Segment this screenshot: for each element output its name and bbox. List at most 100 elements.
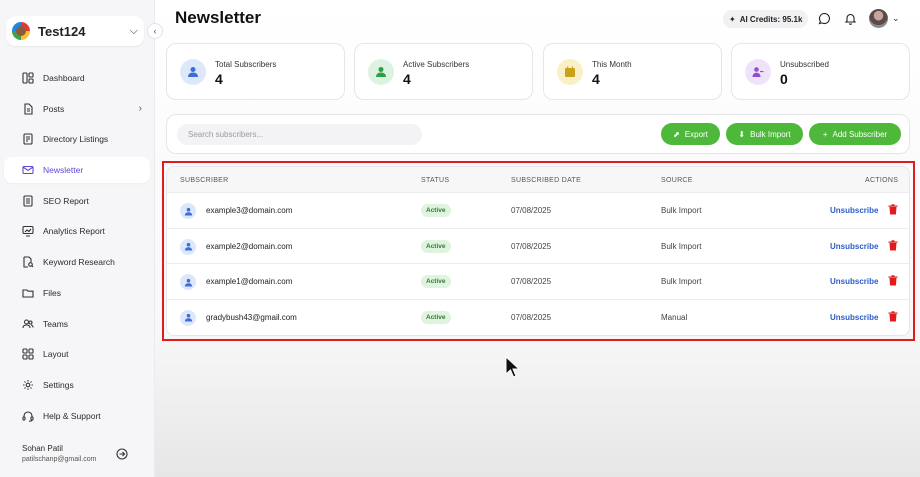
column-header: SOURCE — [661, 177, 693, 184]
stat-icon-bg — [557, 59, 583, 85]
chat-icon[interactable] — [818, 12, 831, 25]
import-icon: ⬇ — [738, 129, 746, 139]
search-input[interactable] — [177, 124, 422, 145]
sidebar-item-label: Dashboard — [43, 73, 85, 83]
subscribed-date: 07/08/2025 — [511, 241, 552, 251]
column-header: SUBSCRIBED DATE — [511, 177, 582, 184]
sidebar-item-help-support[interactable]: Help & Support — [4, 403, 150, 429]
sidebar-item-files[interactable]: Files — [4, 280, 150, 306]
unsubscribe-link[interactable]: Unsubscribe — [830, 242, 878, 251]
action-bar: ⬈ Export ⬇ Bulk Import + Add Subscriber — [166, 114, 910, 154]
subscriber-email: example3@domain.com — [206, 206, 293, 215]
user-check-icon — [376, 67, 386, 77]
source: Bulk Import — [661, 206, 702, 215]
analytics-icon — [22, 225, 34, 237]
stat-label: Total Subscribers — [215, 60, 277, 69]
stat-value: 4 — [592, 71, 600, 87]
unsubscribe-link[interactable]: Unsubscribe — [830, 277, 878, 286]
user-icon — [184, 242, 192, 251]
teams-icon — [22, 318, 34, 330]
sidebar-item-analytics-report[interactable]: Analytics Report — [4, 218, 150, 244]
user-icon — [184, 278, 192, 287]
add-subscriber-label: Add Subscriber — [832, 129, 888, 139]
headset-icon — [22, 410, 34, 422]
workspace-name: Test124 — [38, 23, 86, 39]
table-row: gradybush43@gmail.com Active 07/08/2025 … — [167, 300, 909, 336]
stat-icon-bg — [368, 59, 394, 85]
sidebar-item-newsletter[interactable]: Newsletter — [4, 157, 150, 184]
trash-icon[interactable] — [888, 310, 898, 322]
subscriber-email: example2@domain.com — [206, 241, 293, 251]
avatar — [180, 274, 196, 290]
sidebar-item-label: Settings — [43, 379, 74, 390]
avatar — [180, 203, 196, 219]
sidebar-item-label: Teams — [43, 318, 69, 329]
gear-icon — [22, 379, 34, 391]
subscriber-email: gradybush43@gmail.com — [206, 312, 297, 322]
table-row: example2@domain.com Active 07/08/2025 Bu… — [167, 229, 909, 264]
stat-value: 4 — [215, 71, 223, 87]
column-header: SUBSCRIBER — [180, 177, 229, 184]
status-badge: Active — [421, 310, 451, 324]
sidebar-nav: Dashboard Posts › Directory Listings New… — [4, 65, 150, 433]
sidebar-item-label: SEO Report — [43, 195, 89, 206]
trash-icon[interactable] — [888, 275, 898, 286]
ai-credits-label: AI Credits: 95.1k — [739, 14, 803, 24]
export-icon: ⬈ — [673, 129, 680, 139]
sidebar-item-label: Analytics Report — [43, 226, 105, 237]
bulk-import-label: Bulk Import — [750, 129, 791, 139]
user-icon — [188, 67, 198, 77]
user-plus-icon: + — [822, 129, 828, 139]
chevron-right-icon: › — [138, 103, 142, 115]
workspace-switcher[interactable]: Test124 ⌵ — [6, 16, 144, 46]
posts-icon — [22, 103, 34, 115]
table-row: example3@domain.com Active 07/08/2025 Bu… — [167, 193, 909, 229]
mouse-cursor-icon — [505, 356, 521, 378]
source: Manual — [661, 312, 688, 322]
mail-icon — [22, 164, 34, 176]
avatar — [180, 238, 196, 255]
logout-icon[interactable] — [116, 448, 128, 460]
stat-label: Unsubscribed — [780, 60, 829, 69]
sidebar-item-dashboard[interactable]: Dashboard — [4, 65, 150, 91]
folder-icon — [22, 287, 34, 299]
sidebar: Test124 ⌵ Dashboard Posts › Directory Li… — [0, 0, 155, 477]
sidebar-item-posts[interactable]: Posts › — [4, 96, 150, 122]
sidebar-item-label: Posts — [43, 103, 65, 114]
add-subscriber-button[interactable]: + Add Subscriber — [809, 123, 901, 145]
keyword-icon — [22, 256, 34, 268]
chevron-down-icon[interactable]: ⌄ — [892, 13, 900, 24]
seo-icon — [22, 195, 34, 207]
trash-icon[interactable] — [888, 239, 898, 251]
subscribed-date: 07/08/2025 — [511, 206, 552, 215]
table-header: SUBSCRIBER STATUS SUBSCRIBED DATE SOURCE… — [167, 167, 909, 193]
unsubscribe-link[interactable]: Unsubscribe — [830, 313, 878, 322]
dashboard-icon — [22, 72, 34, 84]
stat-icon-bg — [745, 59, 771, 85]
bulk-import-button[interactable]: ⬇ Bulk Import — [726, 123, 803, 145]
user-icon — [184, 313, 192, 322]
avatar[interactable] — [869, 9, 888, 28]
sidebar-item-layout[interactable]: Layout — [4, 341, 150, 367]
sidebar-item-settings[interactable]: Settings — [4, 372, 150, 398]
chevron-down-icon: ⌵ — [129, 24, 138, 37]
unsubscribe-link[interactable]: Unsubscribe — [830, 206, 878, 215]
sidebar-item-seo-report[interactable]: SEO Report — [4, 188, 150, 214]
stat-card-this-month: This Month 4 — [543, 43, 722, 100]
directory-icon — [22, 133, 34, 145]
ai-credits-badge[interactable]: ✦ AI Credits: 95.1k — [723, 10, 809, 28]
sidebar-item-label: Layout — [43, 349, 69, 360]
column-header: STATUS — [421, 177, 450, 184]
export-label: Export — [684, 129, 708, 139]
sidebar-item-teams[interactable]: Teams — [4, 311, 150, 337]
sidebar-item-directory-listings[interactable]: Directory Listings — [4, 126, 150, 152]
sidebar-item-label: Newsletter — [43, 165, 84, 176]
sidebar-item-label: Help & Support — [43, 410, 101, 421]
column-header: ACTIONS — [865, 177, 899, 184]
source: Bulk Import — [661, 277, 702, 286]
export-button[interactable]: ⬈ Export — [661, 123, 720, 145]
bell-icon[interactable] — [844, 12, 857, 25]
trash-icon[interactable] — [888, 204, 898, 215]
collapse-sidebar-button[interactable]: ‹ — [147, 23, 163, 39]
sidebar-item-keyword-research[interactable]: Keyword Research — [4, 249, 150, 275]
